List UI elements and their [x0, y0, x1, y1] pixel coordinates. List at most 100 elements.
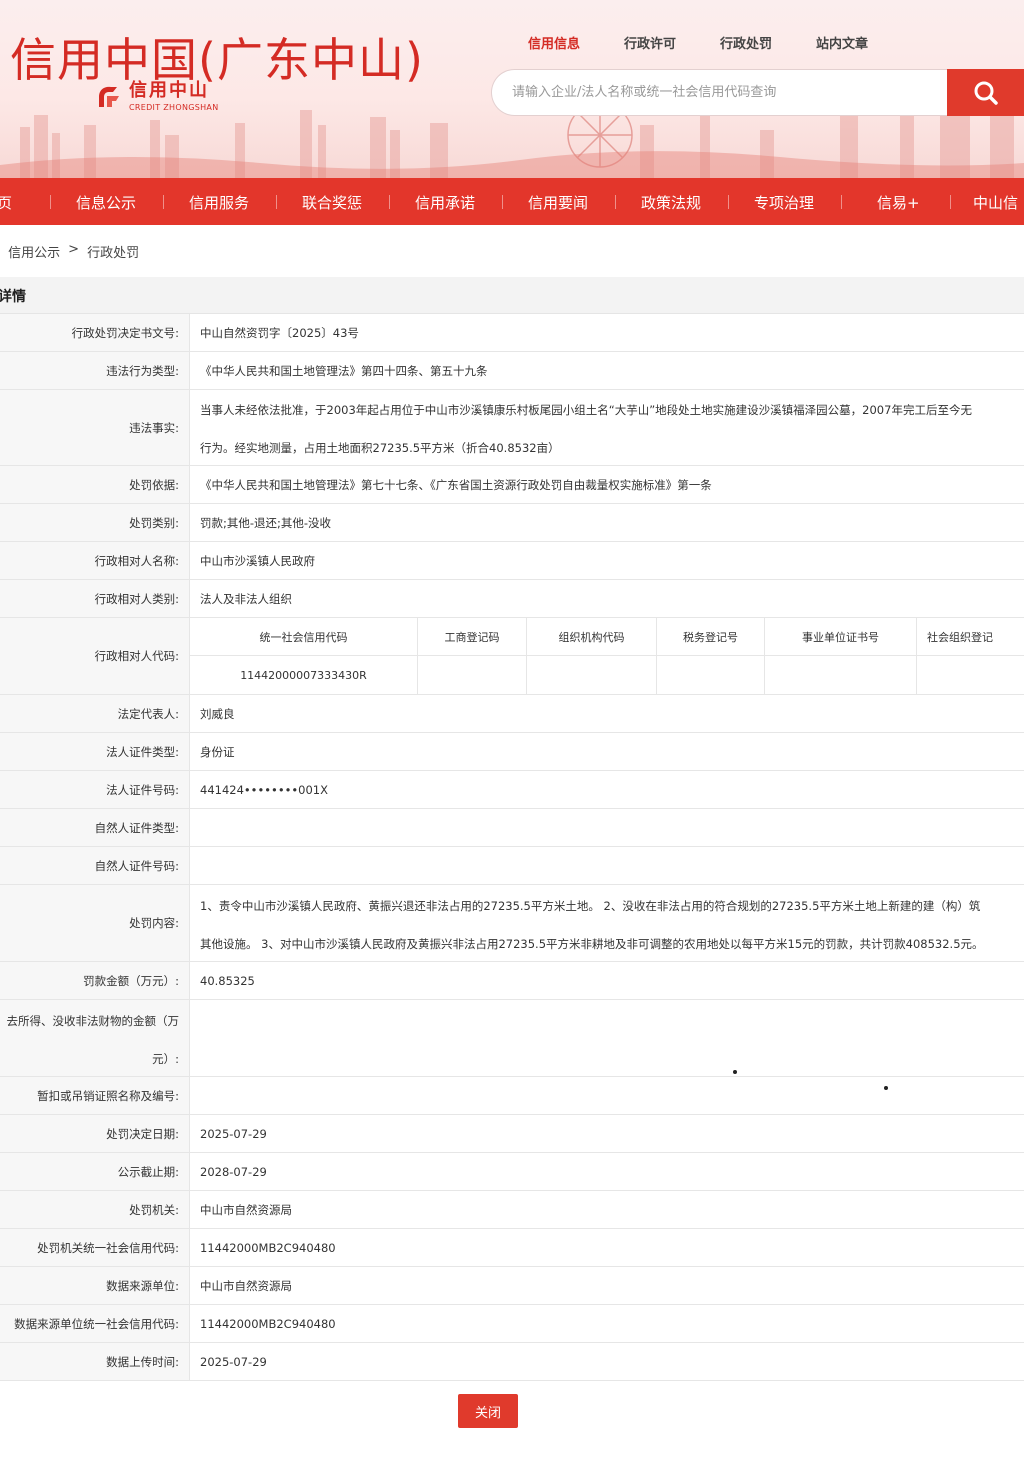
table-row: 法人证件号码: 441424••••••••001X [0, 771, 1024, 809]
row-label: 处罚机关: [0, 1191, 190, 1228]
row-value: 2025-07-29 [200, 1354, 267, 1369]
row-value: 中山市自然资源局 [200, 1278, 292, 1293]
row-label: 处罚内容: [0, 885, 190, 961]
row-value: 40.85325 [200, 973, 255, 988]
subtable-cell [657, 656, 765, 694]
party-code-subtable: 统一社会信用代码 工商登记码 组织机构代码 税务登记号 事业单位证书号 社会组织… [190, 618, 1024, 694]
main-nav-credit-easy[interactable]: 信易+ [877, 192, 920, 213]
subtable-cell [418, 656, 527, 694]
row-label: 数据上传时间: [0, 1343, 190, 1380]
table-row: 公示截止期: 2028-07-29 [0, 1153, 1024, 1191]
main-nav-credit-news[interactable]: 信用要闻 [528, 192, 588, 213]
row-label: 自然人证件类型: [0, 809, 190, 846]
table-row: 罚款金额（万元）: 40.85325 [0, 962, 1024, 1000]
table-row: 行政相对人代码: 统一社会信用代码 工商登记码 组织机构代码 税务登记号 事业单… [0, 618, 1024, 695]
table-row: 自然人证件号码: [0, 847, 1024, 885]
nav-divider [50, 195, 51, 209]
table-row: 违法行为类型: 《中华人民共和国土地管理法》第四十四条、第五十九条 [0, 352, 1024, 390]
row-value: 身份证 [200, 744, 235, 759]
breadcrumb-admin-penalty[interactable]: 行政处罚 [87, 242, 139, 261]
breadcrumb-credit-disclosure[interactable]: 信用公示 [8, 242, 60, 261]
top-nav: 信用信息 行政许可 行政处罚 站内文章 [528, 33, 912, 52]
top-nav-credit-info[interactable]: 信用信息 [528, 33, 580, 52]
row-value-line2: 其他设施。 3、对中山市沙溪镇人民政府及黄振兴非法占用27235.5平方米非耕地… [200, 937, 984, 951]
table-row: 数据来源单位: 中山市自然资源局 [0, 1267, 1024, 1305]
main-nav-info-disclosure[interactable]: 信息公示 [76, 192, 136, 213]
stray-dot [884, 1086, 888, 1090]
table-row: 数据来源单位统一社会信用代码: 11442000MB2C940480 [0, 1305, 1024, 1343]
main-nav-credit-promise[interactable]: 信用承诺 [415, 192, 475, 213]
site-title: 信用中国(广东中山) [10, 33, 424, 87]
main-nav-zhongshan-credit[interactable]: 中山信 [973, 192, 1018, 213]
row-label: 行政处罚决定书文号: [0, 314, 190, 351]
main-nav-credit-service[interactable]: 信用服务 [189, 192, 249, 213]
detail-title: 详情 [0, 289, 26, 305]
row-value: 中山自然资罚字〔2025〕43号 [200, 325, 359, 340]
nav-divider [950, 195, 951, 209]
row-label: 数据来源单位统一社会信用代码: [0, 1305, 190, 1342]
row-label: 处罚机关统一社会信用代码: [0, 1229, 190, 1266]
row-label: 暂扣或吊销证照名称及编号: [0, 1077, 190, 1114]
subtable-header: 事业单位证书号 [765, 618, 917, 656]
row-value: 法人及非法人组织 [200, 591, 292, 606]
main-nav: 页 信息公示 信用服务 联合奖惩 信用承诺 信用要闻 政策法规 专项治理 信易+… [0, 178, 1024, 225]
row-label: 处罚类别: [0, 504, 190, 541]
table-row: 处罚依据: 《中华人民共和国土地管理法》第七十七条、《广东省国土资源行政处罚自由… [0, 466, 1024, 504]
row-value: 《中华人民共和国土地管理法》第七十七条、《广东省国土资源行政处罚自由裁量权实施标… [200, 477, 712, 492]
row-label: 处罚依据: [0, 466, 190, 503]
subtable-cell: 11442000007333430R [190, 656, 418, 694]
table-row: 行政相对人类别: 法人及非法人组织 [0, 580, 1024, 618]
row-label: 去所得、没收非法财物的金额（万 元）: [0, 1000, 190, 1076]
main-nav-home[interactable]: 页 [0, 192, 12, 213]
main-nav-joint-rewards[interactable]: 联合奖惩 [302, 192, 362, 213]
row-value: 中山市沙溪镇人民政府 [200, 553, 315, 568]
row-label: 法定代表人: [0, 695, 190, 732]
site-logo[interactable]: 信用中山 CREDIT ZHONGSHAN [95, 82, 218, 112]
table-row: 处罚内容: 1、责令中山市沙溪镇人民政府、黄振兴退还非法占用的27235.5平方… [0, 885, 1024, 962]
nav-divider [841, 195, 842, 209]
nav-divider [615, 195, 616, 209]
subtable-header: 组织机构代码 [527, 618, 657, 656]
subtable-header: 社会组织登记 [917, 618, 1024, 656]
close-button[interactable]: 关闭 [458, 1394, 518, 1428]
search-icon [974, 81, 998, 105]
nav-divider [389, 195, 390, 209]
row-value: 《中华人民共和国土地管理法》第四十四条、第五十九条 [200, 363, 488, 378]
top-nav-admin-license[interactable]: 行政许可 [624, 33, 676, 52]
table-row: 去所得、没收非法财物的金额（万 元）: [0, 1000, 1024, 1077]
table-row: 法人证件类型: 身份证 [0, 733, 1024, 771]
top-nav-admin-penalty[interactable]: 行政处罚 [720, 33, 772, 52]
nav-divider [276, 195, 277, 209]
row-value: 2025-07-29 [200, 1126, 267, 1141]
row-value: 11442000MB2C940480 [200, 1316, 336, 1331]
row-value-line1: 1、责令中山市沙溪镇人民政府、黄振兴退还非法占用的27235.5平方米土地。 2… [200, 899, 981, 913]
nav-divider [163, 195, 164, 209]
row-label: 自然人证件号码: [0, 847, 190, 884]
search-input[interactable] [491, 69, 947, 116]
table-row: 处罚决定日期: 2025-07-29 [0, 1115, 1024, 1153]
row-label: 法人证件号码: [0, 771, 190, 808]
table-row: 行政相对人名称: 中山市沙溪镇人民政府 [0, 542, 1024, 580]
row-label: 数据来源单位: [0, 1267, 190, 1304]
site-header: 信用中国(广东中山) 信用中山 CREDIT ZHONGSHAN 信用信息 行政… [0, 0, 1024, 178]
row-label: 公示截止期: [0, 1153, 190, 1190]
top-nav-site-articles[interactable]: 站内文章 [816, 33, 868, 52]
row-label: 行政相对人类别: [0, 580, 190, 617]
subtable-cell [765, 656, 917, 694]
row-label: 处罚决定日期: [0, 1115, 190, 1152]
nav-divider [502, 195, 503, 209]
row-label: 行政相对人名称: [0, 542, 190, 579]
subtable-header: 统一社会信用代码 [190, 618, 418, 656]
table-row: 暂扣或吊销证照名称及编号: [0, 1077, 1024, 1115]
row-value: 441424••••••••001X [200, 782, 328, 797]
subtable-cell [917, 656, 1024, 694]
search-bar [491, 69, 1024, 116]
breadcrumb-separator: > [68, 242, 80, 257]
search-button[interactable] [947, 69, 1024, 116]
row-label: 罚款金额（万元）: [0, 962, 190, 999]
subtable-header: 税务登记号 [657, 618, 765, 656]
main-nav-special-governance[interactable]: 专项治理 [754, 192, 814, 213]
table-row: 行政处罚决定书文号: 中山自然资罚字〔2025〕43号 [0, 314, 1024, 352]
main-nav-policy[interactable]: 政策法规 [641, 192, 701, 213]
row-value: 罚款;其他-退还;其他-没收 [200, 515, 332, 530]
